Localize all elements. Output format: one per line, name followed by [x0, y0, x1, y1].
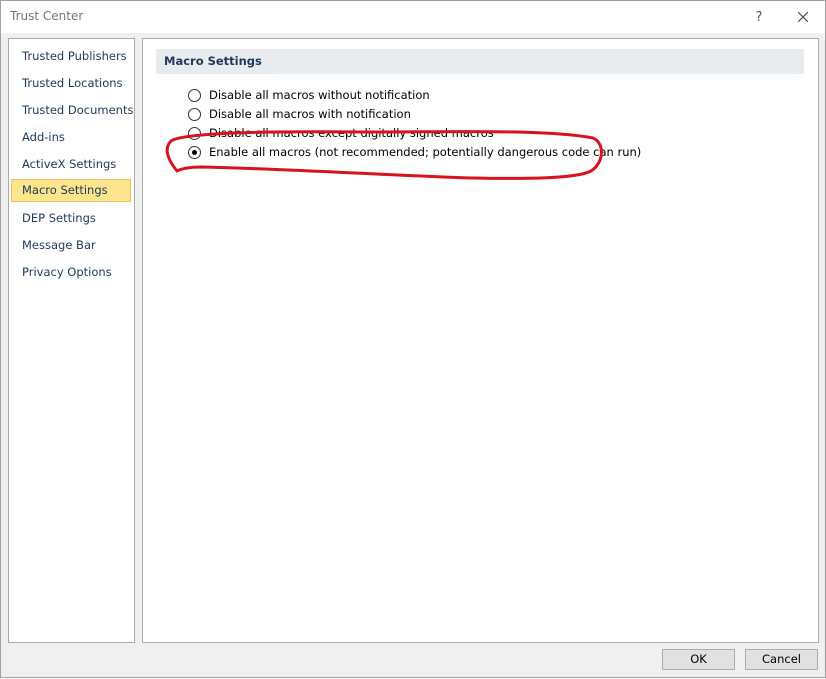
section-title: Macro Settings: [156, 49, 804, 74]
sidebar-item-privacy-options[interactable]: Privacy Options: [11, 261, 131, 284]
macro-option-disable-no-notification[interactable]: Disable all macros without notification: [188, 86, 430, 104]
window-title: Trust Center: [10, 9, 84, 23]
close-icon: [798, 12, 808, 22]
radio-button[interactable]: [188, 107, 201, 121]
category-sidebar: Trusted Publishers Trusted Locations Tru…: [8, 38, 135, 643]
sidebar-item-add-ins[interactable]: Add-ins: [11, 126, 131, 149]
cancel-button[interactable]: Cancel: [745, 649, 818, 670]
sidebar-item-dep-settings[interactable]: DEP Settings: [11, 207, 131, 230]
close-button[interactable]: [781, 1, 825, 33]
sidebar-item-activex-settings[interactable]: ActiveX Settings: [11, 153, 131, 176]
sidebar-item-macro-settings[interactable]: Macro Settings: [11, 179, 131, 202]
sidebar-item-message-bar[interactable]: Message Bar: [11, 234, 131, 257]
settings-panel: Macro Settings Disable all macros withou…: [142, 38, 819, 643]
help-button[interactable]: ?: [737, 1, 781, 33]
sidebar-item-trusted-locations[interactable]: Trusted Locations: [11, 72, 131, 95]
radio-label: Disable all macros with notification: [209, 107, 411, 121]
title-bar: Trust Center ?: [1, 1, 825, 33]
macro-option-disable-except-signed[interactable]: Disable all macros except digitally sign…: [188, 124, 494, 142]
radio-label: Enable all macros (not recommended; pote…: [209, 145, 642, 159]
radio-button-selected[interactable]: [188, 145, 201, 159]
sidebar-item-trusted-documents[interactable]: Trusted Documents: [11, 99, 133, 122]
trust-center-dialog: Trust Center ? Trusted Publishers Truste…: [0, 0, 826, 678]
radio-label: Disable all macros without notification: [209, 88, 430, 102]
radio-button[interactable]: [188, 88, 201, 102]
radio-button[interactable]: [188, 126, 201, 140]
ok-button[interactable]: OK: [662, 649, 735, 670]
question-mark-icon: ?: [755, 9, 763, 25]
macro-option-enable-all[interactable]: Enable all macros (not recommended; pote…: [188, 143, 641, 161]
radio-label: Disable all macros except digitally sign…: [209, 126, 494, 140]
macro-option-disable-with-notification[interactable]: Disable all macros with notification: [188, 105, 411, 123]
sidebar-item-trusted-publishers[interactable]: Trusted Publishers: [11, 45, 131, 68]
